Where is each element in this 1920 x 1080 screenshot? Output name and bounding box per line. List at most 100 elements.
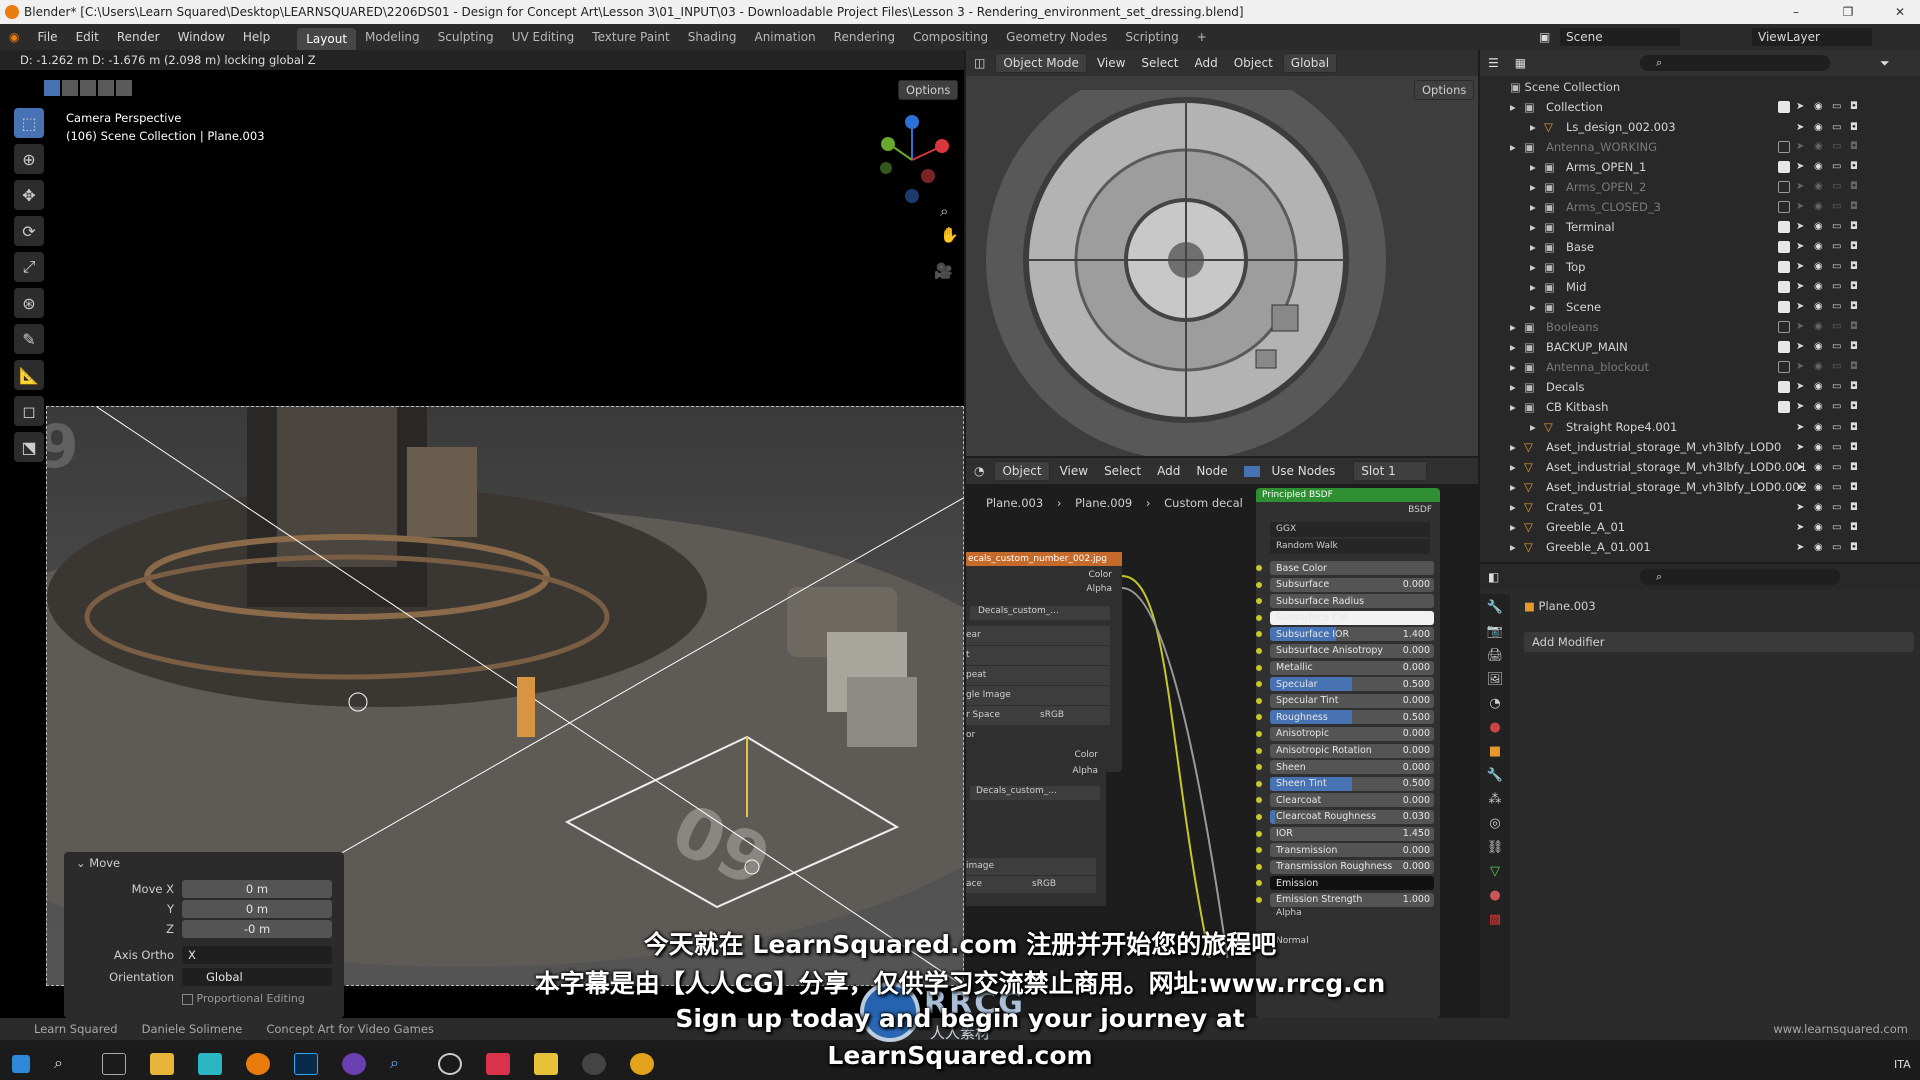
- expand-arrow-icon[interactable]: ▸: [1510, 480, 1516, 494]
- constraints-tab-icon[interactable]: ⛓: [1487, 840, 1504, 855]
- outliner-row[interactable]: ▸ ▽ Greeble_A_01.001 ➤ ◉ ▭ ◘: [1480, 537, 1920, 557]
- camera-icon[interactable]: ◘: [1850, 201, 1862, 213]
- node-editor-type-icon[interactable]: ◔: [966, 464, 992, 478]
- camera-icon[interactable]: ◘: [1850, 181, 1862, 193]
- select-arrow-icon[interactable]: ➤: [1796, 542, 1808, 553]
- camera-icon[interactable]: ◘: [1850, 161, 1862, 173]
- node-menu-add[interactable]: Add: [1149, 464, 1188, 478]
- visibility-toggles[interactable]: ➤ ◉ ▭ ◘: [1778, 522, 1862, 533]
- tool-tab-icon[interactable]: 🔧: [1487, 600, 1503, 615]
- input-socket-icon[interactable]: [1256, 747, 1262, 754]
- monitor-icon[interactable]: ▭: [1832, 101, 1844, 113]
- expand-arrow-icon[interactable]: ▸: [1530, 220, 1536, 234]
- menu-select[interactable]: Select: [1133, 56, 1186, 70]
- select-mode-buttons[interactable]: [44, 80, 132, 96]
- properties-search-input[interactable]: ⌕: [1640, 569, 1840, 585]
- outliner-root[interactable]: ▣ Scene Collection: [1510, 80, 1920, 94]
- expand-arrow-icon[interactable]: ▸: [1510, 520, 1516, 534]
- navigation-gizmo[interactable]: ⌕ ✋: [870, 110, 960, 250]
- visibility-toggles[interactable]: ➤ ◉ ▭ ◘: [1778, 542, 1862, 553]
- view-layer-tab-icon[interactable]: 🖼: [1487, 672, 1504, 687]
- monitor-icon[interactable]: ▭: [1832, 241, 1844, 253]
- scene-selector-icon[interactable]: ▣: [1530, 30, 1559, 44]
- monitor-icon[interactable]: ▭: [1832, 482, 1844, 493]
- expand-arrow-icon[interactable]: ▸: [1530, 200, 1536, 214]
- camera-icon[interactable]: ◘: [1850, 341, 1862, 353]
- select-arrow-icon[interactable]: ➤: [1796, 221, 1808, 233]
- object-tab-icon[interactable]: ■: [1489, 744, 1501, 759]
- camera-icon[interactable]: ◘: [1850, 301, 1862, 313]
- eye-icon[interactable]: ◉: [1814, 422, 1826, 433]
- expand-arrow-icon[interactable]: ▸: [1510, 440, 1516, 454]
- expand-arrow-icon[interactable]: ▸: [1530, 420, 1536, 434]
- input-socket-icon[interactable]: [1256, 681, 1262, 688]
- physics-tab-icon[interactable]: ◎: [1489, 816, 1500, 831]
- monitor-icon[interactable]: ▭: [1832, 122, 1844, 133]
- select-arrow-icon[interactable]: ➤: [1796, 241, 1808, 253]
- expand-arrow-icon[interactable]: ▸: [1530, 300, 1536, 314]
- select-arrow-icon[interactable]: ➤: [1796, 522, 1808, 533]
- measure-tool-icon[interactable]: 📐: [14, 360, 44, 390]
- bsdf-prop-row[interactable]: Anisotropic 0.000: [1256, 726, 1440, 742]
- monitor-icon[interactable]: ▭: [1832, 301, 1844, 313]
- visibility-toggles[interactable]: ➤ ◉ ▭ ◘: [1778, 141, 1862, 153]
- outliner-row[interactable]: ▸ ▣ Antenna_blockout ➤ ◉ ▭ ◘: [1480, 357, 1920, 377]
- input-socket-icon[interactable]: [1256, 714, 1262, 721]
- camera-icon[interactable]: ◘: [1850, 241, 1862, 253]
- bsdf-prop-row[interactable]: Specular Tint 0.000: [1256, 693, 1440, 709]
- expand-arrow-icon[interactable]: ▸: [1530, 120, 1536, 134]
- visibility-toggles[interactable]: ➤ ◉ ▭ ◘: [1778, 482, 1862, 493]
- eye-icon[interactable]: ◉: [1814, 542, 1826, 553]
- monitor-icon[interactable]: ▭: [1832, 181, 1844, 193]
- select-arrow-icon[interactable]: ➤: [1796, 341, 1808, 353]
- visibility-toggles[interactable]: ➤ ◉ ▭ ◘: [1778, 341, 1862, 353]
- bsdf-prop-row[interactable]: Sheen 0.000: [1256, 759, 1440, 775]
- breadcrumb-material[interactable]: Custom decal: [1164, 496, 1243, 510]
- outliner-row[interactable]: ▸ ▽ Crates_01 ➤ ◉ ▭ ◘: [1480, 497, 1920, 517]
- chevron-down-icon[interactable]: ⌄: [76, 856, 86, 870]
- eye-icon[interactable]: ◉: [1814, 181, 1826, 193]
- visibility-toggles[interactable]: ➤ ◉ ▭ ◘: [1778, 301, 1862, 313]
- expand-arrow-icon[interactable]: ▸: [1510, 100, 1516, 114]
- scene-tab-icon[interactable]: ◔: [1489, 696, 1500, 711]
- menu-object[interactable]: Object: [1226, 56, 1281, 70]
- tab-modeling[interactable]: Modeling: [356, 30, 429, 44]
- output-tab-icon[interactable]: 🖨: [1487, 648, 1504, 663]
- bsdf-prop-row[interactable]: Roughness 0.500: [1256, 709, 1440, 725]
- expand-arrow-icon[interactable]: ▸: [1510, 380, 1516, 394]
- cursor-tool-icon[interactable]: ⊕: [14, 144, 44, 174]
- eye-icon[interactable]: ◉: [1814, 462, 1826, 473]
- expand-arrow-icon[interactable]: ▸: [1530, 280, 1536, 294]
- camera-icon[interactable]: ◘: [1850, 261, 1862, 273]
- outliner-row[interactable]: ▸ ▽ Aset_industrial_storage_M_vh3lbfy_LOD0…: [1480, 437, 1920, 457]
- camera-icon[interactable]: ◘: [1850, 442, 1862, 453]
- bsdf-prop-row[interactable]: Sheen Tint 0.500: [1256, 776, 1440, 792]
- camera-icon[interactable]: ◘: [1850, 361, 1862, 373]
- exclude-checkbox[interactable]: [1778, 321, 1790, 333]
- select-arrow-icon[interactable]: ➤: [1796, 141, 1808, 153]
- expand-arrow-icon[interactable]: ▸: [1510, 460, 1516, 474]
- visibility-toggles[interactable]: ➤ ◉ ▭ ◘: [1778, 401, 1862, 413]
- bsdf-prop-row[interactable]: Transmission Roughness 0.000: [1256, 859, 1440, 875]
- orientation-global-select[interactable]: Global: [1282, 53, 1338, 73]
- tab-uv-editing[interactable]: UV Editing: [503, 30, 584, 44]
- object-mode-select[interactable]: Object Mode: [995, 53, 1087, 73]
- input-socket-icon[interactable]: [1256, 565, 1262, 571]
- bsdf-prop-row[interactable]: Clearcoat 0.000: [1256, 792, 1440, 808]
- outliner-search-input[interactable]: ⌕: [1640, 55, 1830, 71]
- input-socket-icon[interactable]: [1256, 830, 1262, 837]
- visibility-toggles[interactable]: ➤ ◉ ▭ ◘: [1778, 181, 1862, 193]
- visibility-toggles[interactable]: ➤ ◉ ▭ ◘: [1778, 201, 1862, 213]
- close-button[interactable]: ✕: [1880, 0, 1920, 24]
- filter-icon[interactable]: ⏷: [1872, 56, 1898, 71]
- visibility-toggles[interactable]: ➤ ◉ ▭ ◘: [1778, 281, 1862, 293]
- bsdf-prop-row[interactable]: Subsurface IOR 1.400: [1256, 626, 1440, 642]
- data-tab-icon[interactable]: ▽: [1490, 864, 1500, 879]
- outliner-row[interactable]: ▸ ▣ Arms_OPEN_2 ➤ ◉ ▭ ◘: [1480, 177, 1920, 197]
- image-texture-node-2[interactable]: Color Alpha Decals_custom_... image ace s…: [966, 746, 1106, 906]
- monitor-icon[interactable]: ▭: [1832, 422, 1844, 433]
- transform-tool-icon[interactable]: ⊛: [14, 288, 44, 318]
- tab-compositing[interactable]: Compositing: [904, 30, 997, 44]
- bsdf-prop-row[interactable]: Subsurface 0.000: [1256, 577, 1440, 593]
- tab-sculpting[interactable]: Sculpting: [429, 30, 503, 44]
